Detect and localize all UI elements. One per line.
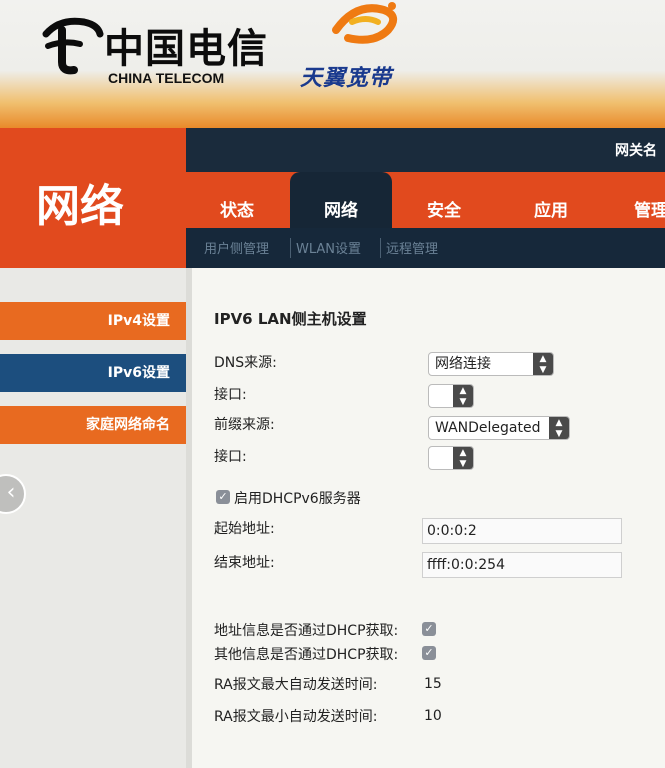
tab-status[interactable]: 状态 [186, 172, 288, 228]
other-info-dhcp-label: 其他信息是否通过DHCP获取: [214, 647, 399, 663]
updown-arrows-icon: ▲ ▼ [453, 385, 473, 407]
china-telecom-cn-name: 中国电信 [104, 25, 268, 72]
updown-arrows-icon: ▲ ▼ [549, 417, 569, 439]
subnav-remote[interactable]: 远程管理 [386, 238, 438, 257]
sidebar-item-ipv6[interactable]: IPv6设置 [0, 354, 186, 392]
sidebar: IPv4设置 IPv6设置 家庭网络命名 [0, 268, 186, 768]
section-title-block: 网络 [0, 128, 186, 268]
prefix-source-value: WANDelegated [435, 420, 541, 436]
top-info-bar: 网关名 [186, 128, 665, 172]
updown-arrows-icon: ▲ ▼ [453, 447, 473, 469]
dns-source-label: DNS来源: [214, 355, 277, 371]
tab-application[interactable]: 应用 [500, 172, 602, 228]
form-title: IPV6 LAN侧主机设置 [214, 310, 367, 328]
tab-network[interactable]: 网络 [290, 172, 392, 228]
main-nav-tabs: 状态 网络 安全 应用 管理 [186, 172, 665, 228]
updown-arrows-icon: ▲ ▼ [533, 353, 553, 375]
interface1-select[interactable]: ▲ ▼ [428, 384, 474, 408]
ra-max-interval-label: RA报文最大自动发送时间: [214, 677, 378, 693]
china-telecom-mark-icon [42, 17, 104, 75]
addr-info-dhcp-label: 地址信息是否通过DHCP获取: [214, 623, 399, 639]
subnav-user-side[interactable]: 用户侧管理 [204, 238, 269, 257]
dns-source-value: 网络连接 [435, 356, 491, 372]
tianyi-swirl-icon [332, 2, 398, 44]
interface2-label: 接口: [214, 449, 247, 465]
interface1-label: 接口: [214, 387, 247, 403]
china-telecom-logo: 中国电信 CHINA TELECOM [40, 10, 270, 90]
subnav-wlan[interactable]: WLAN设置 [296, 238, 361, 257]
subnav-divider [380, 238, 381, 258]
sub-nav-bar: 用户侧管理 WLAN设置 远程管理 [186, 228, 665, 268]
ra-min-interval-value[interactable]: 10 [424, 708, 442, 724]
start-address-label: 起始地址: [214, 521, 275, 537]
end-address-input[interactable]: ffff:0:0:254 [422, 552, 622, 578]
section-title-text: 网络 [36, 181, 124, 232]
sidebar-item-home-network-name[interactable]: 家庭网络命名 [0, 406, 186, 444]
header-banner: 中国电信 CHINA TELECOM 天翼宽带 [0, 0, 665, 128]
tianyi-broadband-text: 天翼宽带 [300, 66, 393, 91]
ra-min-interval-label: RA报文最小自动发送时间: [214, 709, 378, 725]
addr-info-dhcp-checkbox[interactable]: ✓ [422, 622, 436, 636]
other-info-dhcp-checkbox[interactable]: ✓ [422, 646, 436, 660]
dns-source-select[interactable]: 网络连接 ▲ ▼ [428, 352, 554, 376]
settings-panel: IPV6 LAN侧主机设置 DNS来源: 网络连接 ▲ ▼ 接口: ▲ ▼ 前缀来源… [186, 268, 665, 768]
prefix-source-select[interactable]: WANDelegated ▲ ▼ [428, 416, 570, 440]
subnav-divider [290, 238, 291, 258]
tianyi-broadband-logo: 天翼宽带 [300, 0, 420, 91]
interface2-select[interactable]: ▲ ▼ [428, 446, 474, 470]
sidebar-item-ipv4[interactable]: IPv4设置 [0, 302, 186, 340]
ra-max-interval-value[interactable]: 15 [424, 676, 442, 692]
prefix-source-label: 前缀来源: [214, 417, 275, 433]
dhcpv6-enable-label: 启用DHCPv6服务器 [234, 491, 361, 507]
start-address-input[interactable]: 0:0:0:2 [422, 518, 622, 544]
dhcpv6-enable-checkbox[interactable]: ✓ [216, 490, 230, 504]
end-address-label: 结束地址: [214, 555, 275, 571]
gateway-name-label: 网关名 [615, 143, 657, 159]
tab-management[interactable]: 管理 [606, 172, 665, 228]
tab-security[interactable]: 安全 [394, 172, 494, 228]
china-telecom-en-name: CHINA TELECOM [108, 70, 225, 86]
